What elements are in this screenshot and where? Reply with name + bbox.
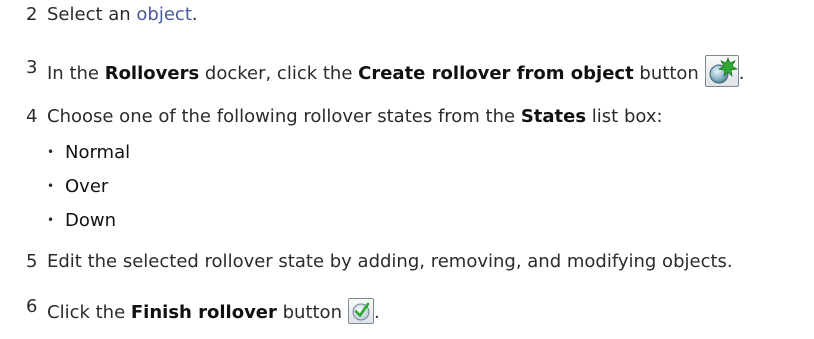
step-text: .: [738, 63, 745, 84]
step-3: 3 In the Rollovers docker, click the Crea…: [26, 55, 745, 90]
bullet-icon: •: [47, 179, 55, 193]
finish-rollover-icon: [352, 302, 370, 321]
step-text: button: [276, 302, 342, 323]
step-text: Edit the selected rollover state by addi…: [47, 251, 733, 272]
bullet-icon: •: [47, 145, 55, 159]
step-number: 3: [26, 57, 38, 78]
step-number: 4: [26, 106, 38, 127]
step-text: Select an: [47, 4, 137, 25]
states-list-box-label: States: [520, 106, 587, 127]
step-4: 4 Choose one of the following rollover st…: [26, 105, 663, 129]
step-6: 6 Click the Finish rollover button .: [26, 296, 380, 326]
step-text: .: [191, 4, 198, 25]
step-text: docker, click the: [199, 63, 359, 84]
step-text: list box:: [586, 106, 663, 127]
state-label: Over: [65, 176, 109, 197]
step-number: 5: [26, 251, 38, 272]
rollovers-docker-label: Rollovers: [104, 63, 200, 84]
finish-rollover-label: Finish rollover: [130, 302, 277, 323]
state-over: • Over: [47, 175, 108, 200]
step-number: 6: [26, 296, 38, 317]
create-rollover-from-object-button[interactable]: [704, 55, 739, 87]
step-5: 5 Edit the selected rollover state by add…: [26, 250, 733, 274]
create-rollover-label: Create rollover from object: [358, 63, 634, 84]
create-rollover-icon: [709, 57, 738, 84]
bullet-icon: •: [47, 213, 55, 227]
step-2: 2 Select an object.: [26, 3, 198, 27]
state-down: • Down: [47, 209, 116, 234]
step-text: Click the: [47, 302, 131, 323]
state-label: Normal: [65, 142, 131, 163]
step-number: 2: [26, 4, 38, 25]
state-label: Down: [65, 210, 117, 231]
step-text: Choose one of the following rollover sta…: [47, 106, 521, 127]
state-normal: • Normal: [47, 141, 130, 166]
step-text: In the: [47, 63, 105, 84]
object-link[interactable]: object: [136, 4, 191, 25]
step-text: button: [633, 63, 699, 84]
step-text: .: [373, 302, 380, 323]
finish-rollover-button[interactable]: [347, 298, 374, 324]
